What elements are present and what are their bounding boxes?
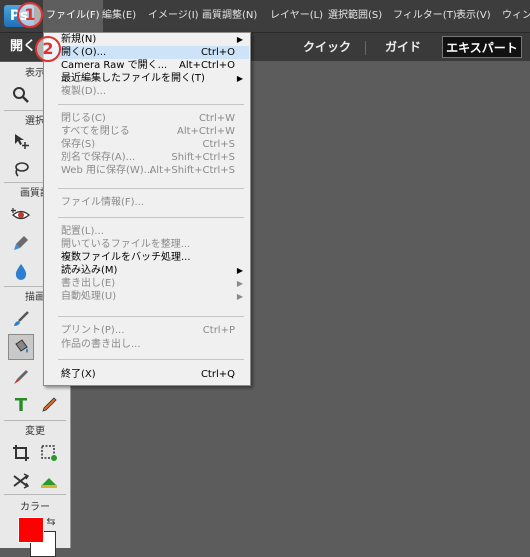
swap-colors-icon[interactable]: ⇆ [44, 514, 58, 528]
recompose-tool-icon[interactable] [36, 440, 62, 466]
menu-item-export[interactable]: 書き出し(E) ▶ [45, 277, 249, 290]
menu-select[interactable]: 選択範囲(S) [328, 0, 382, 32]
menu-item-open-recent[interactable]: 最近編集したファイルを開く(T) ▶ [45, 72, 249, 85]
menu-item-new[interactable]: 新規(N) ▶ [45, 33, 249, 46]
menu-item-shortcut: Shift+Ctrl+S [171, 152, 235, 163]
menu-item-open-camera-raw[interactable]: Camera Raw で開く... Alt+Ctrl+O [45, 59, 249, 72]
menu-item-shortcut: Alt+Ctrl+W [177, 126, 235, 137]
menu-item-label: 新規(N) [61, 34, 97, 45]
spot-healing-brush-icon[interactable] [8, 230, 34, 256]
menu-item-close[interactable]: 閉じる(C) Ctrl+W [45, 112, 249, 125]
submenu-arrow-icon: ▶ [236, 279, 243, 288]
divider [4, 420, 66, 421]
menu-item-save[interactable]: 保存(S) Ctrl+S [45, 138, 249, 151]
menu-item-import[interactable]: 読み込み(M) ▶ [45, 264, 249, 277]
menu-separator [58, 359, 244, 360]
menu-item-label: 作品の書き出し... [61, 339, 141, 350]
type-tool-icon[interactable]: T [8, 392, 34, 418]
menu-item-label: Web 用に保存(W)... [61, 165, 154, 176]
menu-view[interactable]: 表示(V) [456, 0, 491, 32]
file-menu: 新規(N) ▶ 開く(O)... Ctrl+O Camera Raw で開く..… [43, 32, 251, 386]
divider [4, 494, 66, 495]
tab-expert[interactable]: エキスパート [442, 36, 522, 58]
menu-item-shortcut: Ctrl+O [200, 47, 235, 58]
brush-tool-icon[interactable] [8, 306, 34, 332]
menu-item-organize-open-files[interactable]: 開いているファイルを整理... [45, 238, 249, 251]
section-color-label: カラー [20, 502, 50, 513]
menu-item-label: 複製(D)... [61, 86, 107, 97]
menu-item-place[interactable]: 配置(L)... [45, 225, 249, 238]
menu-item-batch-process[interactable]: 複数ファイルをバッチ処理... [45, 251, 249, 264]
menu-item-shortcut: Ctrl+W [198, 113, 235, 124]
submenu-arrow-icon: ▶ [236, 292, 243, 301]
menu-item-shortcut: Ctrl+S [202, 139, 235, 150]
menu-item-close-all[interactable]: すべてを閉じる Alt+Ctrl+W [45, 125, 249, 138]
menu-item-file-info[interactable]: ファイル情報(F)... [45, 196, 249, 209]
menu-item-label: プリント(P)... [61, 325, 125, 336]
menu-item-label: 配置(L)... [61, 226, 104, 237]
menu-item-print[interactable]: プリント(P)... Ctrl+P [45, 324, 249, 337]
menu-separator [58, 104, 244, 105]
menu-edit[interactable]: 編集(E) [102, 0, 136, 32]
menu-item-label: 閉じる(C) [61, 113, 106, 124]
menu-item-shortcut: Ctrl+Q [200, 369, 235, 380]
menu-item-save-as[interactable]: 別名で保存(A)... Shift+Ctrl+S [45, 151, 249, 164]
foreground-color-swatch[interactable] [18, 517, 44, 543]
menu-item-label: 別名で保存(A)... [61, 152, 136, 163]
content-aware-move-icon[interactable] [8, 468, 34, 494]
menu-item-label: 書き出し(E) [61, 278, 116, 289]
lasso-tool-icon[interactable] [8, 156, 34, 182]
menu-layer[interactable]: レイヤー(L) [270, 0, 323, 32]
menu-item-label: 最近編集したファイルを開く(T) [61, 73, 205, 84]
menu-item-label: ファイル情報(F)... [61, 197, 145, 208]
submenu-arrow-icon: ▶ [236, 266, 243, 275]
menu-item-open[interactable]: 開く(O)... Ctrl+O [45, 46, 249, 59]
menu-item-export-creations[interactable]: 作品の書き出し... [45, 338, 249, 351]
menu-item-automation[interactable]: 自動処理(U) ▶ [45, 290, 249, 303]
menu-image[interactable]: イメージ(I) [148, 0, 199, 32]
step-1-badge: 1 [17, 2, 43, 28]
menu-item-label: Camera Raw で開く... [61, 60, 168, 71]
blur-tool-icon[interactable] [8, 258, 34, 284]
menu-item-label: 開いているファイルを整理... [61, 239, 191, 250]
red-eye-tool-icon[interactable] [8, 202, 34, 228]
menu-separator [58, 316, 244, 317]
submenu-arrow-icon: ▶ [236, 35, 243, 44]
paint-bucket-tool-icon[interactable] [8, 334, 34, 360]
menu-item-label: すべてを閉じる [61, 126, 130, 137]
menu-item-label: 保存(S) [61, 139, 96, 150]
menu-item-duplicate[interactable]: 複製(D)... [45, 85, 249, 98]
menu-item-shortcut: Ctrl+P [202, 325, 235, 336]
pencil-tool-icon[interactable] [36, 392, 62, 418]
submenu-arrow-icon: ▶ [236, 74, 243, 83]
tab-separator [365, 41, 366, 55]
menu-item-shortcut: Alt+Shift+Ctrl+S [149, 165, 235, 176]
menu-item-save-for-web[interactable]: Web 用に保存(W)... Alt+Shift+Ctrl+S [45, 164, 249, 177]
menu-item-shortcut: Alt+Ctrl+O [179, 60, 235, 71]
menu-separator [58, 188, 244, 189]
step-2-badge: 2 [35, 36, 61, 62]
tab-guided[interactable]: ガイド [372, 36, 434, 58]
menu-item-label: 開く(O)... [61, 47, 107, 58]
menu-item-label: 終了(X) [61, 369, 96, 380]
move-tool-icon[interactable] [8, 128, 34, 154]
menu-adjust[interactable]: 画質調整(N) [202, 0, 257, 32]
menu-item-label: 自動処理(U) [61, 291, 117, 302]
menu-window[interactable]: ウィント [502, 0, 530, 32]
menu-file[interactable]: ファイル(F) [43, 0, 103, 32]
menu-item-label: 読み込み(M) [61, 265, 118, 276]
section-modify-label: 変更 [25, 426, 45, 437]
menu-bar: Ps ファイル(F) 編集(E) イメージ(I) 画質調整(N) レイヤー(L)… [0, 0, 530, 33]
menu-item-exit[interactable]: 終了(X) Ctrl+Q [45, 368, 249, 381]
menu-separator [58, 217, 244, 218]
straighten-tool-icon[interactable] [36, 468, 62, 494]
crop-tool-icon[interactable] [8, 440, 34, 466]
zoom-tool-icon[interactable] [8, 82, 34, 108]
menu-filter[interactable]: フィルター(T) [393, 0, 457, 32]
tab-quick[interactable]: クイック [296, 36, 358, 58]
menu-item-label: 複数ファイルをバッチ処理... [61, 252, 191, 263]
eyedropper-tool-icon[interactable] [8, 364, 34, 390]
